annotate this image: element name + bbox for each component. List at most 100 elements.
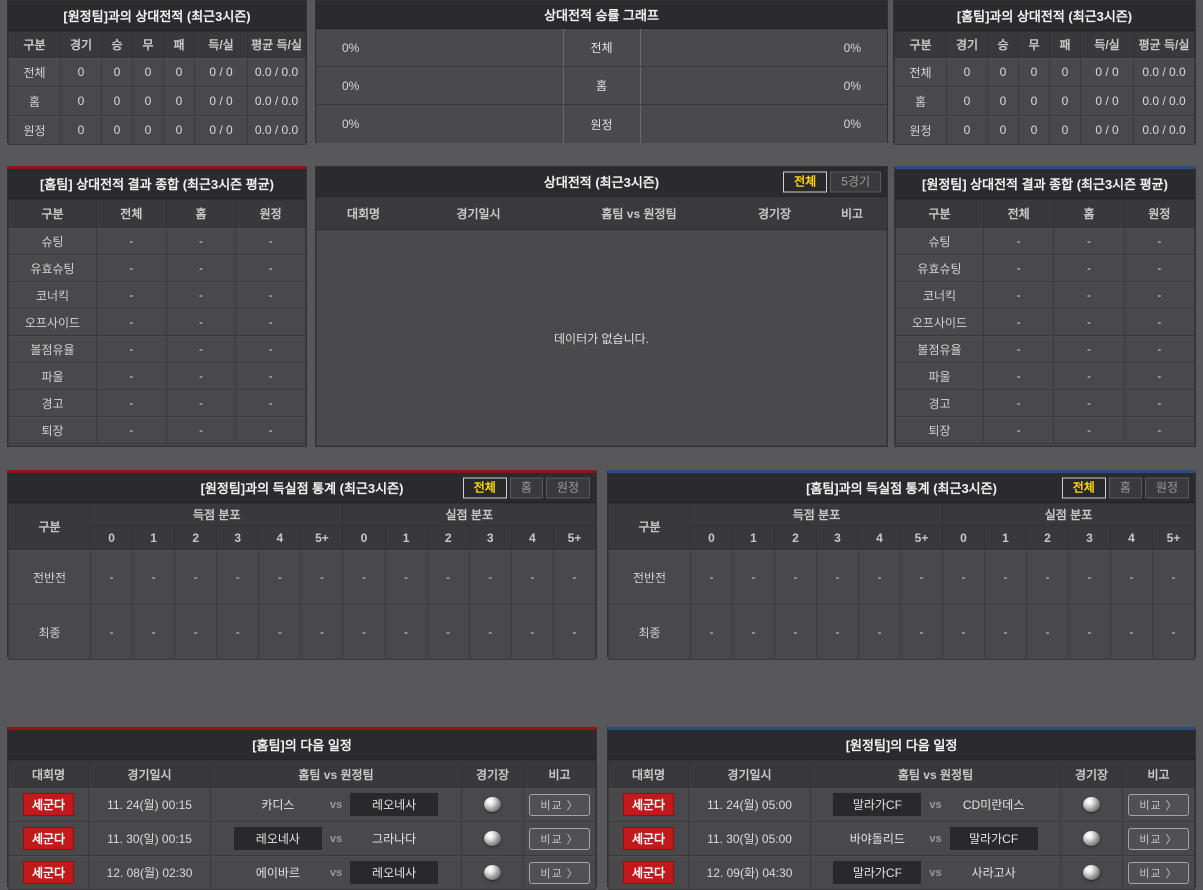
table-row: 전체 0 0 0 0 0 / 0 0.0 / 0.0 [8, 57, 306, 87]
cell: 0 [1018, 57, 1050, 87]
graph-row: 0% 전체 0% [316, 29, 887, 67]
schedule-row[interactable]: 세군다 12. 09(화) 04:30 말라가CF vs 사라고사 비교 〉 [608, 855, 1195, 890]
compare-button[interactable]: 비교 〉 [529, 793, 590, 816]
h2h-matches-panel: 상대전적 (최근3시즌) 전체 5경기 대회명 경기일시 홈팀 vs 원정팀 경… [315, 166, 888, 447]
row-label: 코너킥 [8, 281, 97, 309]
table-row: 최종 ------ ------ [8, 604, 597, 660]
summary-table: 구분 전체 홈 원정 슈팅 - - - 유효슈팅 - - - 코너킥 - - - 오프사이드 - - -… [8, 199, 306, 444]
stadium-icon[interactable] [484, 831, 501, 847]
graph-row-label: 원정 [562, 105, 641, 143]
home-bar-track: 0% [316, 29, 563, 66]
row-label: 슈팅 [895, 227, 984, 255]
schedule-row[interactable]: 세군다 11. 30(일) 05:00 바야돌리드 vs 말라가CF 비교 〉 [608, 821, 1195, 856]
stadium-icon[interactable] [1083, 865, 1100, 881]
away-h2h-record-panel: [원정팀]과의 상대전적 (최근3시즌) 구분 경기 승 무 패 득/실 평균 … [7, 0, 307, 145]
cell: - [1026, 604, 1069, 660]
col-header: 승 [987, 31, 1019, 58]
table-row: 전반전 ------ ------ [608, 549, 1195, 605]
cell: 0 / 0 [194, 57, 248, 87]
schedule-row[interactable]: 세군다 11. 24(월) 00:15 카디스 vs 레오네사 비교 〉 [8, 787, 596, 822]
matchup: 레오네사 vs 그라나다 [211, 827, 461, 850]
col-header: 비고 [840, 206, 864, 221]
stadium-icon[interactable] [484, 797, 501, 813]
cell: - [816, 549, 859, 605]
cell: - [900, 549, 943, 605]
tab-all[interactable]: 전체 [1061, 477, 1106, 498]
cell: 0 [163, 57, 195, 87]
cell: 0 [60, 86, 102, 116]
tab-last5[interactable]: 5경기 [830, 171, 881, 192]
cell: 0 / 0 [1080, 86, 1134, 116]
cell: - [1053, 416, 1125, 444]
cell: - [816, 604, 859, 660]
stadium-icon[interactable] [1083, 797, 1100, 813]
compare-button[interactable]: 비교 〉 [1128, 827, 1189, 850]
cell: 0.0 / 0.0 [1133, 86, 1195, 116]
compare-button[interactable]: 비교 〉 [1128, 861, 1189, 884]
goal-stats-vs-away-panel: [원정팀]과의 득실점 통계 (최근3시즌) 전체 홈 원정 구분 득점 분포 … [7, 470, 597, 660]
col-header: 구분 [8, 199, 97, 228]
tab-home[interactable]: 홈 [509, 477, 543, 498]
tab-all[interactable]: 전체 [783, 171, 828, 192]
bin-header: 2 [774, 525, 817, 550]
col-header: 구분 [8, 31, 61, 58]
cell: - [235, 362, 306, 390]
cell: - [165, 416, 237, 444]
col-header: 경기장 [461, 760, 524, 788]
col-header: 평균 득/실 [1133, 31, 1195, 58]
cell: - [165, 362, 237, 390]
stadium-icon[interactable] [1083, 831, 1100, 847]
tab-away[interactable]: 원정 [545, 477, 590, 498]
table-row: 코너킥 - - - [895, 281, 1196, 309]
cell: - [300, 549, 344, 605]
compare-button[interactable]: 비교 〉 [1128, 793, 1189, 816]
schedule-row[interactable]: 세군다 11. 30(일) 00:15 레오네사 vs 그라나다 비교 〉 [8, 821, 596, 856]
cell: 0.0 / 0.0 [1133, 115, 1195, 145]
table-row: 볼점유율 - - - [8, 335, 306, 363]
tab-all[interactable]: 전체 [462, 477, 507, 498]
cell: - [89, 604, 134, 660]
col-header: 경기일시 [456, 206, 501, 221]
row-label: 파울 [8, 362, 97, 390]
stadium-icon[interactable] [484, 865, 501, 881]
cell: 0 [1018, 86, 1050, 116]
tab-home[interactable]: 홈 [1108, 477, 1142, 498]
cell: - [174, 549, 218, 605]
cell: - [1123, 416, 1196, 444]
group-header-scored: 득점 분포 [89, 503, 344, 526]
cell: 0 [1049, 57, 1081, 87]
row-label: 전반전 [608, 549, 691, 605]
home-bar-track: 0% [316, 105, 563, 143]
table-row: 슈팅 - - - [8, 227, 306, 255]
cell: - [1053, 254, 1125, 282]
cell: - [216, 604, 260, 660]
cell: - [235, 308, 306, 336]
corner-header: 구분 [608, 503, 691, 550]
cell: 0 [132, 57, 164, 87]
league-badge: 세군다 [22, 861, 75, 884]
compare-button[interactable]: 비교 〉 [529, 861, 590, 884]
cell: - [510, 604, 554, 660]
league-badge: 세군다 [622, 861, 675, 884]
schedule-row[interactable]: 세군다 11. 24(월) 05:00 말라가CF vs CD미란데스 비교 〉 [608, 787, 1195, 822]
panel-title-text: 상대전적 (최근3시즌) [543, 175, 660, 190]
matchup: 바야돌리드 vs 말라가CF [811, 827, 1060, 850]
col-header: 경기일시 [88, 760, 211, 788]
cell: - [1152, 549, 1195, 605]
matchup: 에이바르 vs 레오네사 [211, 861, 461, 884]
cell: - [165, 227, 237, 255]
away-team-name: 사라고사 [971, 866, 1016, 880]
cell: - [1152, 604, 1195, 660]
away-summary-panel: [원정팀] 상대전적 결과 종합 (최근3시즌 평균) 구분 전체 홈 원정 슈… [894, 166, 1196, 447]
graph-row: 0% 홈 0% [316, 67, 887, 105]
schedule-row[interactable]: 세군다 12. 08(월) 02:30 에이바르 vs 레오네사 비교 〉 [8, 855, 596, 890]
goal-stats-table: 구분 득점 분포 실점 분포 0 1 2 3 4 5+ 0 1 2 3 4 5+ 전반전 -----… [8, 503, 597, 660]
cell: - [1026, 549, 1069, 605]
compare-button[interactable]: 비교 〉 [529, 827, 590, 850]
graph-row-label: 전체 [562, 29, 641, 66]
row-label: 오프사이드 [8, 308, 97, 336]
tab-away[interactable]: 원정 [1144, 477, 1189, 498]
home-team-name: 바야돌리드 [849, 832, 905, 846]
vs-label: vs [329, 832, 343, 845]
cell: 0 [1018, 115, 1050, 145]
